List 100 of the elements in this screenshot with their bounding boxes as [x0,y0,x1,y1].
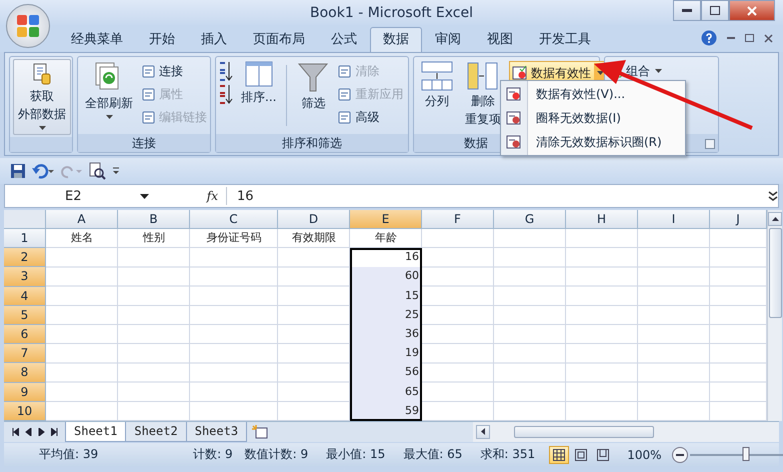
print-preview-icon[interactable] [88,162,106,180]
status-text: 平均值: 39 [39,446,98,464]
scroll-up-icon[interactable] [772,217,778,221]
ribbon-tab[interactable]: 数据 [370,27,422,52]
funnel-icon [297,61,330,93]
status-text: 最大值: 65 [403,446,462,464]
vertical-scrollbar[interactable] [767,210,782,421]
sort-descending-icon[interactable] [219,83,233,105]
caret-icon[interactable] [38,126,46,130]
ribbon-tab[interactable]: 页面布局 [240,27,318,52]
status-text: 最小值: 15 [326,446,386,464]
office-button[interactable] [6,4,50,48]
row-header[interactable]: 3 [4,267,46,287]
ribbon-button[interactable]: 分列 [417,59,457,132]
table-cell: 56 [350,363,422,382]
close-icon [747,6,757,16]
ribbon-tab[interactable]: 视图 [474,27,526,52]
sort-ascending-icon[interactable] [219,60,233,82]
sheet-tab[interactable]: Sheet1 [65,422,126,442]
normal-view-button[interactable] [549,446,570,464]
column-header[interactable]: B [118,210,190,229]
clipboard-icon [31,62,53,86]
maximize-button[interactable] [701,0,729,21]
save-icon[interactable] [10,163,26,179]
column-header[interactable]: C [190,210,278,229]
minus-icon [676,454,684,456]
ribbon-tab[interactable]: 开始 [136,27,188,52]
table-cell: 15 [350,286,422,306]
close-button[interactable] [729,0,775,21]
help-icon[interactable] [701,30,717,46]
table-cell: 36 [350,324,422,344]
row-header[interactable]: 10 [4,402,46,421]
zoom-level[interactable]: 100% [627,448,662,462]
row-header[interactable]: 9 [4,382,46,402]
customize-icon[interactable] [112,167,120,175]
page-icon [575,448,588,461]
next-sheet-icon[interactable] [38,428,45,436]
last-sheet-icon[interactable] [51,428,58,436]
table-cell: 65 [350,382,422,402]
menu-item[interactable]: 清除无效数据标识圈(R) [501,130,685,154]
table-cell: 59 [350,402,422,421]
ribbon-tab[interactable]: 插入 [188,27,240,52]
column-header[interactable]: I [638,210,710,229]
ribbon-button[interactable]: 排序... [237,59,280,132]
table-cell-text: 身份证号码 [206,230,262,246]
dropdown-icon[interactable] [140,194,149,198]
ribbon-button[interactable]: 筛选 [293,59,334,132]
row-header[interactable]: 2 [4,248,46,268]
validation-icon [506,86,522,102]
caret-icon[interactable] [106,115,112,119]
close-icon[interactable] [764,34,773,42]
sheet-tab[interactable]: Sheet3 [186,422,248,442]
ribbon-tab[interactable]: 公式 [318,27,370,52]
status-text: 计数: 9 [193,446,233,464]
insert-function-icon[interactable]: fx [206,189,218,203]
ribbon-button[interactable]: 高级 [337,107,404,127]
table-cell: 60 [350,267,422,287]
row-header[interactable]: 8 [4,363,46,382]
scroll-left-icon[interactable] [481,428,485,436]
column-header[interactable]: J [710,210,767,229]
minimize-icon [682,9,692,12]
ribbon-button[interactable]: 获取 外部数据 [13,59,71,135]
expand-icon[interactable] [768,190,778,202]
ribbon-button[interactable]: 全部刷新 [81,59,137,132]
column-header[interactable]: E [350,210,422,229]
ribbon-button[interactable]: 连接 [141,61,207,81]
horizontal-scrollbar[interactable] [473,422,779,442]
group-label: 连接 [132,136,156,150]
caret-icon[interactable] [655,69,662,73]
group-label: 数据 [464,136,488,150]
undo-icon[interactable] [32,163,54,179]
zoom-slider-thumb[interactable] [742,446,749,461]
column-header[interactable]: D [278,210,350,229]
zoom-out-button[interactable] [672,446,688,463]
row-header[interactable]: 1 [4,229,46,248]
ribbon-tab[interactable]: 审阅 [422,27,474,52]
maximize-icon [710,6,720,15]
insert-sheet-icon[interactable] [251,424,270,439]
dialog-launcher-icon[interactable] [705,139,715,149]
formula-field[interactable]: 16 [227,188,768,204]
restore-icon[interactable] [745,34,754,42]
duplicates-icon [467,61,499,91]
ribbon-tab[interactable]: 经典菜单 [58,27,136,52]
name-box[interactable]: E2 [65,188,82,204]
column-header[interactable]: F [422,210,494,229]
row-header[interactable]: 5 [4,306,46,325]
ribbon-tab[interactable]: 开发工具 [526,27,604,52]
table-cell-text: 有效期限 [291,230,337,246]
table-cell-text: 年龄 [374,230,398,246]
first-sheet-icon[interactable] [12,428,19,436]
row-header[interactable]: 6 [4,324,46,344]
column-header[interactable]: A [46,210,118,229]
row-header[interactable]: 7 [4,344,46,364]
sheet-tab[interactable]: Sheet2 [125,422,187,442]
previous-sheet-icon[interactable] [25,428,32,436]
row-header[interactable]: 4 [4,286,46,306]
columns-icon [421,61,453,91]
column-header[interactable]: G [494,210,566,229]
column-header[interactable]: H [566,210,638,229]
minimize-button[interactable] [673,0,701,21]
